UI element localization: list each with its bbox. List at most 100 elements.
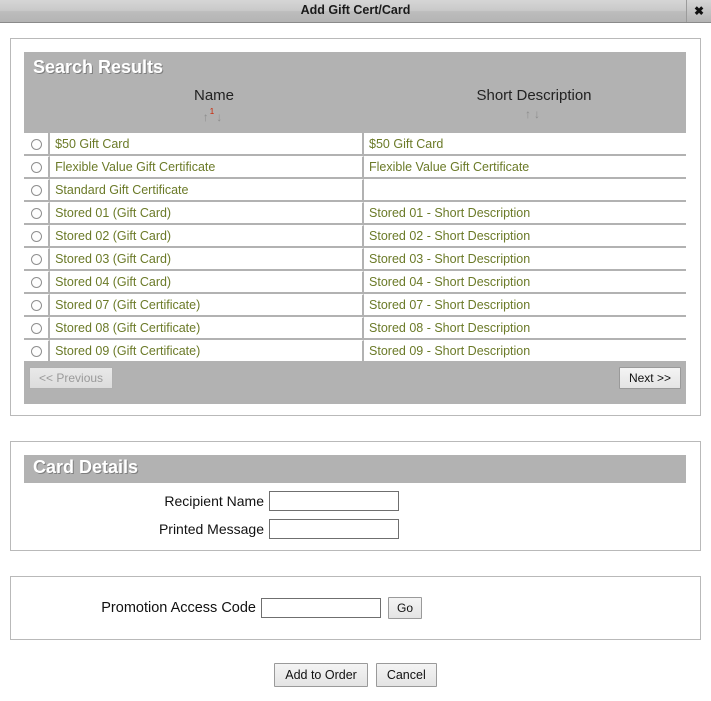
recipient-name-input[interactable] [269, 491, 399, 511]
add-to-order-button[interactable]: Add to Order [274, 663, 368, 687]
row-name-link[interactable]: Stored 03 (Gift Card) [55, 252, 171, 266]
row-name-link[interactable]: Standard Gift Certificate [55, 183, 188, 197]
row-name-link[interactable]: Stored 04 (Gift Card) [55, 275, 171, 289]
previous-page-button[interactable]: << Previous [29, 367, 114, 389]
row-select-cell[interactable] [24, 248, 51, 271]
row-radio-button[interactable] [30, 346, 42, 358]
search-results-table: $50 Gift Card $50 Gift Card Flexible Value… [24, 133, 686, 363]
row-radio-button[interactable] [30, 162, 42, 174]
table-row[interactable]: Stored 02 (Gift Card) Stored 02 - Short D… [24, 225, 686, 248]
row-name-link[interactable]: $50 Gift Card [55, 137, 129, 151]
search-results-tbody: $50 Gift Card $50 Gift Card Flexible Value… [24, 133, 686, 363]
row-description-link[interactable]: Stored 04 - Short Description [369, 275, 530, 289]
row-description-cell: Stored 08 - Short Description [364, 317, 686, 340]
row-name-link[interactable]: Stored 08 (Gift Certificate) [55, 321, 200, 335]
row-description-link[interactable]: Stored 07 - Short Description [369, 298, 530, 312]
table-row[interactable]: Stored 03 (Gift Card) Stored 03 - Short D… [24, 248, 686, 271]
sort-ascending-icon[interactable]: ↑ [525, 107, 534, 121]
row-description-link[interactable]: Stored 03 - Short Description [369, 252, 530, 266]
row-name-cell: Stored 07 (Gift Certificate) [50, 294, 365, 317]
column-header-name: Name ↑1 ↓ [44, 85, 384, 124]
row-name-cell: $50 Gift Card [50, 133, 365, 156]
row-radio-button[interactable] [30, 277, 42, 289]
row-description-cell: Stored 04 - Short Description [364, 271, 686, 294]
row-select-cell[interactable] [24, 156, 51, 179]
sort-rank-badge: 1 [209, 107, 215, 116]
row-radio-button[interactable] [30, 185, 42, 197]
row-description-cell: Stored 01 - Short Description [364, 202, 686, 225]
pagination-bar: << Previous Next >> [24, 363, 686, 396]
row-name-link[interactable]: Stored 01 (Gift Card) [55, 206, 171, 220]
table-row[interactable]: Stored 09 (Gift Certificate) Stored 09 - … [24, 340, 686, 363]
row-select-cell[interactable] [24, 317, 51, 340]
row-name-link[interactable]: Stored 07 (Gift Certificate) [55, 298, 200, 312]
dialog-footer: Add to Order Cancel [0, 663, 711, 687]
row-radio-button[interactable] [30, 231, 42, 243]
row-radio-button[interactable] [30, 300, 42, 312]
row-description-cell [364, 179, 686, 202]
promotion-access-code-panel: Promotion Access Code Go [10, 576, 701, 640]
search-results-heading: Search Results [24, 52, 686, 85]
sort-controls-short-description: ↑↓ [384, 107, 684, 121]
row-description-link[interactable]: Stored 01 - Short Description [369, 206, 530, 220]
row-description-cell: Stored 02 - Short Description [364, 225, 686, 248]
printed-message-input[interactable] [269, 519, 399, 539]
sort-controls-name: ↑1 ↓ [44, 107, 384, 124]
row-select-cell[interactable] [24, 271, 51, 294]
row-name-cell: Stored 03 (Gift Card) [50, 248, 365, 271]
row-description-link[interactable]: Stored 02 - Short Description [369, 229, 530, 243]
row-radio-button[interactable] [30, 208, 42, 220]
row-name-cell: Stored 04 (Gift Card) [50, 271, 365, 294]
sort-descending-icon[interactable]: ↓ [216, 110, 225, 124]
card-details-panel: Card Details Recipient Name Printed Mess… [10, 441, 701, 551]
recipient-name-row: Recipient Name [24, 491, 686, 511]
row-name-link[interactable]: Flexible Value Gift Certificate [55, 160, 215, 174]
table-row[interactable]: Stored 01 (Gift Card) Stored 01 - Short D… [24, 202, 686, 225]
promotion-access-code-label: Promotion Access Code [101, 600, 256, 616]
page-title: Add Gift Cert/Card [300, 3, 411, 17]
printed-message-row: Printed Message [24, 519, 686, 539]
column-header-name-label: Name [193, 87, 234, 104]
column-header-short-description-label: Short Description [476, 87, 592, 104]
row-name-cell: Stored 08 (Gift Certificate) [50, 317, 365, 340]
row-name-cell: Stored 09 (Gift Certificate) [50, 340, 365, 363]
table-row[interactable]: Stored 07 (Gift Certificate) Stored 07 - … [24, 294, 686, 317]
row-select-cell[interactable] [24, 340, 51, 363]
promotion-go-button[interactable]: Go [388, 597, 423, 619]
table-row[interactable]: Stored 04 (Gift Card) Stored 04 - Short D… [24, 271, 686, 294]
row-name-link[interactable]: Stored 09 (Gift Certificate) [55, 344, 200, 358]
table-row[interactable]: Flexible Value Gift Certificate Flexible … [24, 156, 686, 179]
table-row[interactable]: Stored 08 (Gift Certificate) Stored 08 - … [24, 317, 686, 340]
row-name-cell: Flexible Value Gift Certificate [50, 156, 365, 179]
table-row[interactable]: $50 Gift Card $50 Gift Card [24, 133, 686, 156]
row-radio-button[interactable] [30, 254, 42, 266]
row-description-link[interactable]: Stored 08 - Short Description [369, 321, 530, 335]
column-header-short-description: Short Description ↑↓ [384, 85, 684, 121]
promotion-access-code-input[interactable] [261, 598, 381, 618]
table-row[interactable]: Standard Gift Certificate [24, 179, 686, 202]
row-radio-button[interactable] [30, 323, 42, 335]
row-name-cell: Standard Gift Certificate [50, 179, 365, 202]
row-name-cell: Stored 02 (Gift Card) [50, 225, 365, 248]
row-radio-button[interactable] [30, 138, 42, 150]
cancel-button[interactable]: Cancel [375, 663, 437, 687]
row-select-cell[interactable] [24, 133, 51, 156]
row-select-cell[interactable] [24, 294, 51, 317]
sort-descending-icon[interactable]: ↓ [534, 107, 543, 121]
row-description-link[interactable]: $50 Gift Card [369, 137, 443, 151]
row-name-link[interactable]: Stored 02 (Gift Card) [55, 229, 171, 243]
row-description-cell: Stored 09 - Short Description [364, 340, 686, 363]
card-details-heading: Card Details [24, 455, 686, 483]
close-icon[interactable]: ✖ [686, 0, 711, 22]
row-select-cell[interactable] [24, 202, 51, 225]
row-select-cell[interactable] [24, 179, 51, 202]
table-column-headers: Name ↑1 ↓ Short Description ↑↓ [24, 85, 686, 133]
next-page-button[interactable]: Next >> [618, 367, 681, 389]
row-select-cell[interactable] [24, 225, 51, 248]
row-name-cell: Stored 01 (Gift Card) [50, 202, 365, 225]
row-description-link[interactable]: Flexible Value Gift Certificate [369, 160, 529, 174]
row-description-link[interactable]: Stored 09 - Short Description [369, 344, 530, 358]
promotion-inner: Promotion Access Code Go [11, 577, 700, 639]
recipient-name-label: Recipient Name [164, 493, 264, 509]
card-details-inner: Card Details Recipient Name Printed Mess… [24, 455, 686, 539]
